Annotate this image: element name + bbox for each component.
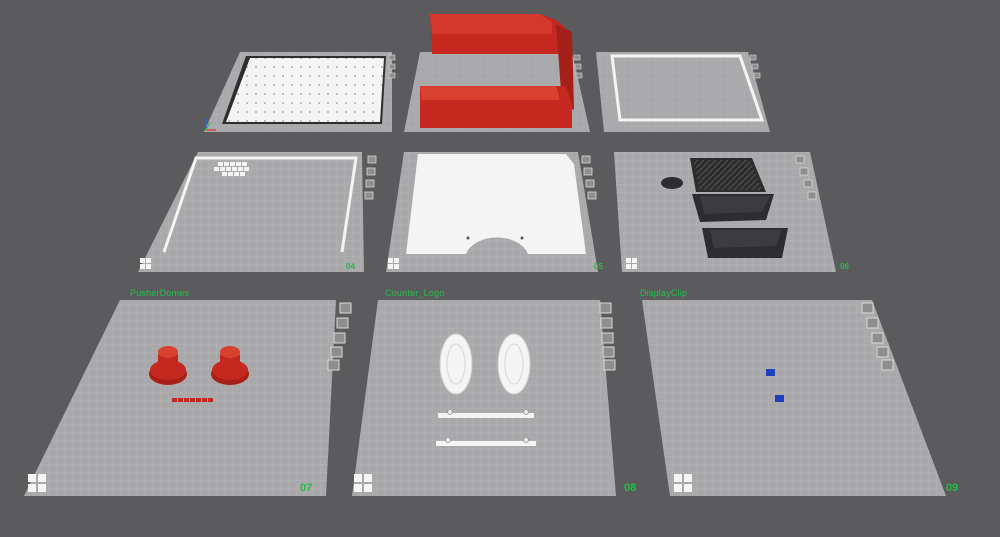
model-counter-logo-2[interactable] <box>497 333 531 395</box>
auto-orient-icon[interactable] <box>600 317 613 329</box>
plate-3[interactable] <box>596 52 770 132</box>
model-round-cap[interactable] <box>661 177 683 189</box>
close-icon[interactable] <box>599 302 612 314</box>
settings-icon[interactable] <box>881 359 894 371</box>
model-dark-box-2[interactable] <box>702 228 788 258</box>
plate-tools-4[interactable] <box>364 155 377 200</box>
close-icon[interactable] <box>339 302 352 314</box>
plate-tools-1[interactable] <box>388 54 396 79</box>
plate-2[interactable] <box>404 14 590 132</box>
plate-7-number: 07 <box>300 482 313 494</box>
auto-orient-icon[interactable] <box>866 317 879 329</box>
model-dark-box-1[interactable] <box>692 194 774 222</box>
plate-8-number: 08 <box>624 482 637 494</box>
lock-icon[interactable] <box>330 346 343 358</box>
model-display-clip-2[interactable] <box>775 395 784 402</box>
plate-8[interactable] <box>352 300 616 496</box>
lock-icon[interactable] <box>876 346 889 358</box>
arrange-icon[interactable] <box>601 332 614 344</box>
arrange-icon[interactable] <box>333 332 346 344</box>
model-display-clip-1[interactable] <box>766 369 775 376</box>
plate-6-number: 06 <box>840 262 849 271</box>
build-plate-scene[interactable] <box>0 0 1000 537</box>
auto-orient-icon[interactable] <box>336 317 349 329</box>
plate-4-number: 04 <box>346 262 355 271</box>
plate-4[interactable] <box>138 152 364 272</box>
lock-icon[interactable] <box>602 346 615 358</box>
plate-5-number: 05 <box>594 262 603 271</box>
settings-icon[interactable] <box>603 359 616 371</box>
plate-9-number: 09 <box>946 482 959 494</box>
model-counter-logo-1[interactable] <box>439 333 473 395</box>
plate-5[interactable] <box>386 152 598 272</box>
plate-7-name: PusherDomes <box>130 288 190 298</box>
plate-9[interactable] <box>642 300 946 496</box>
arrange-icon[interactable] <box>871 332 884 344</box>
plate-8-name: Counter_Logo <box>385 288 445 298</box>
plate-7[interactable] <box>24 300 336 496</box>
close-icon[interactable] <box>861 302 874 314</box>
model-air-hockey-table-top[interactable] <box>222 56 386 124</box>
settings-icon[interactable] <box>327 359 340 371</box>
model-small-red-parts[interactable] <box>172 398 213 402</box>
plate-1[interactable] <box>204 52 392 132</box>
plate-9-name: DisplayClip <box>640 288 688 298</box>
